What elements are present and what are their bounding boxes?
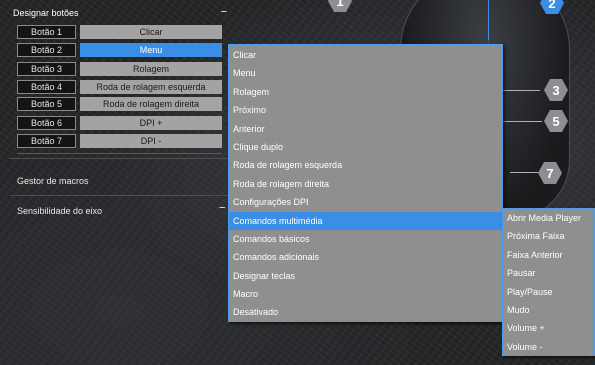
button-assignment-select[interactable]: Clicar — [80, 25, 222, 39]
submenu-item-previous-track[interactable]: Faixa Anterior — [503, 246, 594, 264]
menu-item-proximo[interactable]: Próximo — [229, 101, 502, 119]
button-row-3: Botão 3 Rolagem — [17, 62, 222, 76]
button-row-6: Botão 6 DPI + — [17, 116, 222, 130]
submenu-item-pause[interactable]: Pausar — [503, 264, 594, 282]
menu-item-dpi-settings[interactable]: Configurações DPI — [229, 193, 502, 211]
menu-item-scroll-right[interactable]: Roda de rolagem direita — [229, 175, 502, 193]
mouse-highlight-line — [488, 0, 489, 40]
submenu-item-volume-up[interactable]: Volume + — [503, 319, 594, 337]
macro-manager-section[interactable]: Gestor de macros — [17, 176, 89, 186]
button-row-7: Botão 7 DPI - — [17, 134, 222, 148]
collapse-icon[interactable]: − — [218, 6, 230, 18]
button-row-4: Botão 4 Roda de rolagem esquerda — [17, 80, 222, 94]
assignment-dropdown-menu: Clicar Menu Rolagem Próximo Anterior Cli… — [228, 44, 503, 322]
button-assignment-select[interactable]: Rolagem — [80, 62, 222, 76]
submenu-item-open-media-player[interactable]: Abrir Media Player — [503, 209, 594, 227]
callout-line-3 — [500, 90, 540, 91]
button-assignment-select[interactable]: Roda de rolagem esquerda — [80, 80, 222, 94]
assign-buttons-header[interactable]: Designar botões − — [10, 6, 230, 20]
menu-item-disabled[interactable]: Desativado — [229, 303, 502, 321]
button-row-1: Botão 1 Clicar — [17, 25, 222, 39]
axis-sensitivity-section[interactable]: Sensibilidade do eixo — [17, 206, 102, 216]
button-label: Botão 2 — [17, 43, 76, 57]
menu-item-additional-commands[interactable]: Comandos adicionais — [229, 248, 502, 266]
collapse-icon[interactable]: − — [219, 202, 225, 214]
menu-item-multimedia-commands[interactable]: Comandos multimédia — [229, 211, 502, 230]
button-assignment-select[interactable]: DPI + — [80, 116, 222, 130]
menu-item-macro[interactable]: Macro — [229, 285, 502, 303]
multimedia-submenu: Abrir Media Player Próxima Faixa Faixa A… — [502, 208, 595, 356]
menu-item-clicar[interactable]: Clicar — [229, 46, 502, 64]
divider — [10, 195, 230, 196]
button-assignment-select[interactable]: Roda de rolagem direita — [80, 97, 222, 111]
submenu-item-next-track[interactable]: Próxima Faixa — [503, 227, 594, 245]
button-label: Botão 3 — [17, 62, 76, 76]
menu-item-assign-keys[interactable]: Designar teclas — [229, 267, 502, 285]
button-assignment-select-active[interactable]: Menu — [80, 43, 222, 57]
button-label: Botão 4 — [17, 80, 76, 94]
submenu-item-play-pause[interactable]: Play/Pause — [503, 283, 594, 301]
menu-item-rolagem[interactable]: Rolagem — [229, 83, 502, 101]
button-assignment-select[interactable]: DPI - — [80, 134, 222, 148]
button-row-5: Botão 5 Roda de rolagem direita — [17, 97, 222, 111]
callout-line-7 — [510, 172, 538, 173]
menu-item-anterior[interactable]: Anterior — [229, 120, 502, 138]
menu-item-clique-duplo[interactable]: Clique duplo — [229, 138, 502, 156]
button-row-2: Botão 2 Menu — [17, 43, 222, 57]
button-label: Botão 7 — [17, 134, 76, 148]
menu-item-menu[interactable]: Menu — [229, 64, 502, 82]
divider — [17, 153, 222, 154]
divider — [10, 158, 230, 159]
assign-buttons-title: Designar botões — [13, 8, 79, 18]
callout-line-5 — [500, 121, 542, 122]
button-label: Botão 1 — [17, 25, 76, 39]
menu-item-basic-commands[interactable]: Comandos básicos — [229, 230, 502, 248]
button-label: Botão 6 — [17, 116, 76, 130]
button-label: Botão 5 — [17, 97, 76, 111]
submenu-item-volume-down[interactable]: Volume - — [503, 338, 594, 356]
submenu-item-mute[interactable]: Mudo — [503, 301, 594, 319]
menu-item-scroll-left[interactable]: Roda de rolagem esquerda — [229, 156, 502, 174]
